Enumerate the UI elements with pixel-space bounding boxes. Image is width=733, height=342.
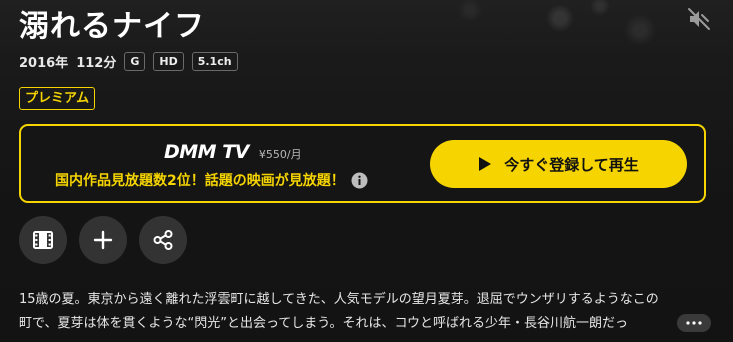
meta-row: 2016年 112分 G HD 5.1ch bbox=[19, 52, 246, 71]
action-buttons bbox=[19, 216, 199, 264]
subscribe-play-button[interactable]: 今すぐ登録して再生 bbox=[430, 140, 687, 188]
quality-badge: HD bbox=[153, 52, 184, 71]
share-button[interactable] bbox=[139, 216, 187, 264]
premium-badge: プレミアム bbox=[19, 87, 96, 110]
promo-tagline-row: 国内作品見放題数2位！話題の映画が見放題！ bbox=[55, 170, 368, 190]
promo-header: DMM TV ¥550/月 bbox=[164, 141, 302, 163]
title-detail-page: 溺れるナイフ 2016年 112分 G HD 5.1ch プレミアム DMM T… bbox=[0, 0, 733, 342]
info-icon[interactable] bbox=[351, 172, 368, 189]
duration: 112分 bbox=[76, 56, 117, 71]
speaker-muted-icon bbox=[688, 8, 710, 30]
expand-synopsis-button[interactable] bbox=[677, 314, 711, 332]
more-dots-icon bbox=[686, 321, 702, 325]
synopsis-line: 町で、夏芽は体を貫くような“閃光”と出会ってしまう。それは、コウと呼ばれる少年・… bbox=[19, 316, 629, 331]
play-icon bbox=[479, 157, 492, 171]
service-logo: DMM TV bbox=[164, 141, 249, 163]
plus-icon bbox=[93, 230, 113, 250]
mute-button[interactable] bbox=[686, 6, 712, 32]
page-title: 溺れるナイフ bbox=[19, 9, 205, 44]
audio-badge: 5.1ch bbox=[191, 52, 238, 71]
share-icon bbox=[153, 230, 173, 250]
add-to-list-button[interactable] bbox=[79, 216, 127, 264]
film-icon bbox=[33, 231, 53, 249]
price-label: ¥550/月 bbox=[258, 148, 302, 161]
promo-tagline: 国内作品見放題数2位！話題の映画が見放題！ bbox=[55, 173, 345, 189]
rating-badge: G bbox=[124, 52, 146, 71]
synopsis-line: 15歳の夏。東京から遠く離れた浮雲町に越してきた、人気モデルの望月夏芽。退屈でウ… bbox=[19, 292, 659, 307]
cta-label: 今すぐ登録して再生 bbox=[504, 155, 639, 174]
synopsis: 15歳の夏。東京から遠く離れた浮雲町に越してきた、人気モデルの望月夏芽。退屈でウ… bbox=[19, 288, 714, 336]
subscription-promo: DMM TV ¥550/月 国内作品見放題数2位！話題の映画が見放題！ 今すぐ登… bbox=[19, 124, 706, 203]
trailer-button[interactable] bbox=[19, 216, 67, 264]
release-year: 2016年 bbox=[19, 56, 69, 71]
